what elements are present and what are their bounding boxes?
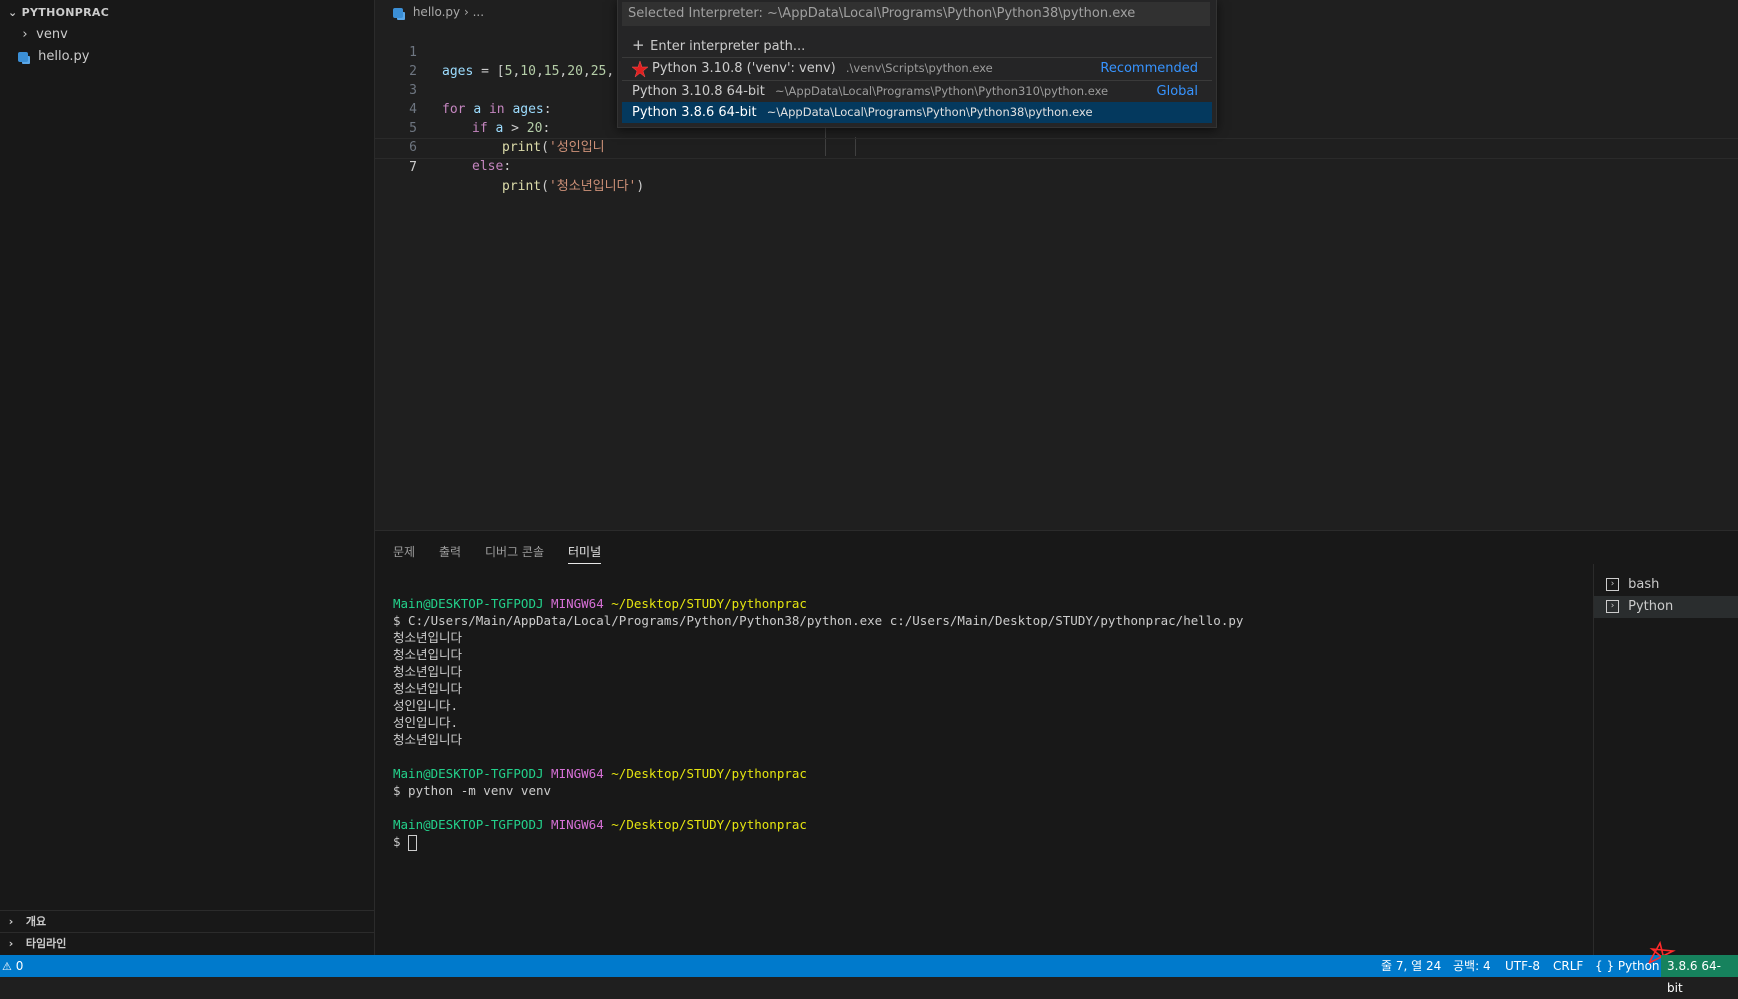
tree-item-hello-py[interactable]: hello.py [18,46,89,68]
interpreter-quick-pick: Selected Interpreter: ~\AppData\Local\Pr… [617,0,1217,128]
code-text: else: [472,159,512,174]
interpreter-option-venv[interactable]: Python 3.10.8 ('venv': venv) .\venv\Scri… [622,58,1212,79]
terminal-icon: › [1606,578,1619,591]
code-text: print('청소년입니다') [502,179,645,194]
plus-icon: + [632,36,645,54]
terminal-output-line: 성인입니다. [393,698,459,713]
interpreter-option-python310[interactable]: Python 3.10.8 64-bit ~\AppData\Local\Pro… [622,81,1212,102]
terminal-output-line: 청소년입니다 [393,630,463,645]
tab-debug-console[interactable]: 디버그 콘솔 [485,541,544,563]
problems-indicator[interactable]: ⚠ 0 [2,955,23,977]
terminal-output-line: 청소년입니다 [393,732,463,747]
status-bar: ⚠ 0 줄 7, 열 24 공백: 4 UTF-8 CRLF { } Pytho… [0,940,1738,995]
terminal-icon: › [1606,600,1619,613]
tree-item-venv[interactable]: › venv [18,24,68,46]
option-label: Python 3.10.8 64-bit [632,84,765,99]
end-of-line[interactable]: CRLF [1553,955,1583,977]
breadcrumb[interactable]: hello.py › ... [393,5,484,19]
option-description: ~\AppData\Local\Programs\Python\Python38… [766,105,1093,119]
python-interpreter-selector[interactable]: 3.8.6 64-bit [1661,955,1738,995]
chevron-down-icon: ⌄ [8,6,18,19]
python-file-icon [393,7,403,18]
terminal-command: $ C:/Users/Main/AppData/Local/Programs/P… [393,613,1244,628]
warning-icon: ⚠ [2,960,12,973]
terminal-input-line[interactable]: $ [393,833,418,851]
section-label: 개요 [25,915,47,928]
tree-item-label: hello.py [38,49,90,64]
chevron-right-icon: › [22,27,28,42]
terminal-prompt: Main@DESKTOP-TGFPODJ MINGW64 ~/Desktop/S… [393,817,807,832]
option-description: .\venv\Scripts\python.exe [845,61,993,75]
section-timeline[interactable]: › 타임라인 [0,932,374,955]
terminal-prompt: Main@DESKTOP-TGFPODJ MINGW64 ~/Desktop/S… [393,596,807,611]
terminal-cursor [408,834,418,851]
code-line-current: 7 print('청소년입니다') [375,138,1738,194]
chevron-right-icon: › [8,937,14,950]
explorer-header[interactable]: ⌄ PYTHONPRAC [8,6,109,19]
line-number: 7 [409,160,417,175]
terminal-item-bash[interactable]: › bash [1594,574,1738,596]
braces-icon: { } [1595,959,1615,973]
quick-pick-input[interactable]: Selected Interpreter: ~\AppData\Local\Pr… [622,2,1210,26]
cursor-position[interactable]: 줄 7, 열 24 [1381,955,1441,977]
enter-interpreter-path-option[interactable]: + Enter interpreter path... [622,35,1212,56]
section-label: 타임라인 [25,937,67,950]
terminal-output-line: 청소년입니다 [393,647,463,662]
terminal-prompt: Main@DESKTOP-TGFPODJ MINGW64 ~/Desktop/S… [393,766,807,781]
tab-output[interactable]: 출력 [439,541,461,563]
global-badge: Global [1156,84,1198,99]
section-outline[interactable]: › 개요 [0,910,374,933]
chevron-right-icon: › [463,5,473,19]
option-label: Python 3.8.6 64-bit [632,105,757,120]
terminal-item-label: Python [1628,599,1674,614]
python-file-icon [18,51,28,62]
option-label: Enter interpreter path... [650,39,806,54]
interpreter-option-python38[interactable]: Python 3.8.6 64-bit ~\AppData\Local\Prog… [622,102,1212,123]
chevron-right-icon: › [8,915,14,928]
tree-item-label: venv [36,27,68,42]
indentation[interactable]: 공백: 4 [1453,955,1491,977]
problems-count: 0 [15,959,24,973]
tab-problems[interactable]: 문제 [393,541,415,563]
bottom-panel: 문제 출력 디버그 콘솔 터미널 Main@DESKTOP-TGFPODJ MI… [375,530,1738,956]
terminal-output-line: 청소년입니다 [393,681,463,696]
project-name: PYTHONPRAC [21,6,110,19]
breadcrumb-more[interactable]: ... [473,5,484,19]
star-annotation-icon [631,60,649,78]
encoding[interactable]: UTF-8 [1505,955,1540,977]
explorer-sidebar: ⌄ PYTHONPRAC › venv hello.py › 개요 › 타임라인 [0,0,375,955]
terminal-item-python[interactable]: › Python [1594,596,1738,618]
option-label: Python 3.10.8 ('venv': venv) [652,61,836,76]
terminal-output-line: 성인입니다. [393,715,459,730]
breadcrumb-file[interactable]: hello.py [413,5,460,19]
tab-terminal[interactable]: 터미널 [568,541,602,564]
terminal-command: $ python -m venv venv [393,783,552,798]
terminal-output-line: 청소년입니다 [393,664,463,679]
terminal-item-label: bash [1628,577,1660,592]
option-description: ~\AppData\Local\Programs\Python\Python31… [775,84,1109,98]
terminal-list: › bash › Python [1593,564,1738,956]
recommended-badge: Recommended [1100,61,1198,76]
